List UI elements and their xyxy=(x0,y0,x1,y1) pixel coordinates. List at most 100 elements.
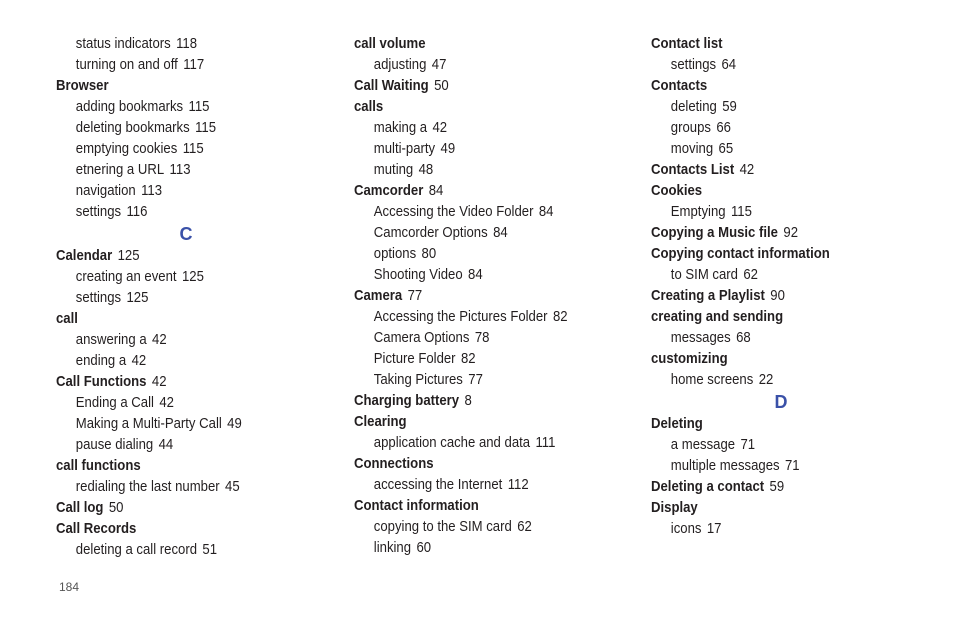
page-reference[interactable]: 115 xyxy=(731,204,752,220)
page-reference[interactable]: 117 xyxy=(183,57,204,73)
index-subentry: ending a 42 xyxy=(56,351,308,372)
page-reference[interactable]: 125 xyxy=(126,290,148,306)
page-reference[interactable]: 77 xyxy=(408,288,423,304)
entry-term: deleting bookmarks xyxy=(75,120,190,136)
index-subentry: Picture Folder 82 xyxy=(354,349,606,370)
index-subentry: making a 42 xyxy=(354,118,606,139)
entry-term: Copying a Music file xyxy=(651,225,778,241)
entry-term: adding bookmarks xyxy=(75,99,184,115)
index-subentry: redialing the last number 45 xyxy=(56,477,308,498)
index-column-1: status indicators 118 turning on and off 11… xyxy=(56,34,336,561)
entry-term: to SIM card xyxy=(670,267,738,283)
entry-term: answering a xyxy=(75,332,147,348)
index-entry: Call Records xyxy=(56,519,308,540)
index-subentry: adjusting 47 xyxy=(354,55,606,76)
entry-term: making a xyxy=(373,120,428,136)
page-reference[interactable]: 92 xyxy=(783,225,798,241)
page-reference[interactable]: 116 xyxy=(126,204,147,220)
page-reference[interactable]: 77 xyxy=(468,372,483,388)
page-reference[interactable]: 42 xyxy=(740,162,755,178)
entry-term: Picture Folder xyxy=(373,351,456,367)
index-entry: creating and sending xyxy=(651,307,903,328)
index-subentry: groups 66 xyxy=(651,118,903,139)
entry-term: creating an event xyxy=(75,269,177,285)
page-reference[interactable]: 50 xyxy=(434,78,449,94)
page-reference[interactable]: 112 xyxy=(508,477,529,493)
page-reference[interactable]: 22 xyxy=(759,372,774,388)
page-reference[interactable]: 115 xyxy=(183,141,204,157)
page-reference[interactable]: 71 xyxy=(785,458,800,474)
page-reference[interactable]: 51 xyxy=(202,542,217,558)
index-entry: Clearing xyxy=(354,412,606,433)
page-reference[interactable]: 65 xyxy=(719,141,734,157)
index-entry: Cookies xyxy=(651,181,903,202)
page-reference[interactable]: 115 xyxy=(189,99,210,115)
page-reference[interactable]: 44 xyxy=(159,437,174,453)
entry-term: turning on and off xyxy=(75,57,178,73)
index-entry: Camera 77 xyxy=(354,286,606,307)
page-reference[interactable]: 64 xyxy=(721,57,736,73)
page-reference[interactable]: 84 xyxy=(493,225,508,241)
index-subentry: messages 68 xyxy=(651,328,903,349)
index-subentry: multiple messages 71 xyxy=(651,456,903,477)
page-reference[interactable]: 62 xyxy=(517,519,532,535)
page-reference[interactable]: 47 xyxy=(432,57,447,73)
page-reference[interactable]: 84 xyxy=(429,183,444,199)
page-reference[interactable]: 49 xyxy=(227,416,242,432)
page-reference[interactable]: 78 xyxy=(475,330,490,346)
entry-term: deleting a call record xyxy=(75,542,198,558)
page-reference[interactable]: 125 xyxy=(182,269,204,285)
page-reference[interactable]: 42 xyxy=(432,120,447,136)
index-subentry: muting 48 xyxy=(354,160,606,181)
page-reference[interactable]: 82 xyxy=(553,309,568,325)
page-reference[interactable]: 50 xyxy=(109,500,124,516)
index-subentry: copying to the SIM card 62 xyxy=(354,517,606,538)
page-reference[interactable]: 45 xyxy=(225,479,240,495)
page-reference[interactable]: 42 xyxy=(159,395,174,411)
index-subentry: settings 64 xyxy=(651,55,903,76)
entry-term: call functions xyxy=(56,458,141,474)
page-reference[interactable]: 111 xyxy=(535,435,555,451)
page-reference[interactable]: 82 xyxy=(461,351,476,367)
page-reference[interactable]: 62 xyxy=(743,267,758,283)
entry-term: redialing the last number xyxy=(75,479,220,495)
index-entry: Camcorder 84 xyxy=(354,181,606,202)
entry-term: Contact information xyxy=(354,498,479,514)
entry-term: navigation xyxy=(75,183,136,199)
page-reference[interactable]: 84 xyxy=(468,267,483,283)
page-reference[interactable]: 115 xyxy=(195,120,216,136)
page-reference[interactable]: 66 xyxy=(716,120,731,136)
page-reference[interactable]: 59 xyxy=(770,479,785,495)
page-reference[interactable]: 68 xyxy=(736,330,751,346)
page-reference[interactable]: 49 xyxy=(441,141,456,157)
page-reference[interactable]: 125 xyxy=(118,248,140,264)
page-reference[interactable]: 71 xyxy=(740,437,755,453)
entry-term: accessing the Internet xyxy=(373,477,503,493)
entry-term: pause dialing xyxy=(75,437,154,453)
page-reference[interactable]: 48 xyxy=(419,162,434,178)
index-subentry: Ending a Call 42 xyxy=(56,393,308,414)
page-reference[interactable]: 118 xyxy=(176,36,197,52)
page-reference[interactable]: 42 xyxy=(132,353,147,369)
entry-term: Call Waiting xyxy=(354,78,429,94)
entry-term: call xyxy=(56,311,78,327)
index-entry: customizing xyxy=(651,349,903,370)
entry-term: Ending a Call xyxy=(75,395,154,411)
entry-term: linking xyxy=(373,540,412,556)
section-letter: D xyxy=(774,392,788,412)
page-reference[interactable]: 42 xyxy=(152,332,167,348)
page-reference[interactable]: 113 xyxy=(141,183,162,199)
page-reference[interactable]: 8 xyxy=(464,393,471,409)
page-reference[interactable]: 90 xyxy=(770,288,785,304)
entry-term: Cookies xyxy=(651,183,703,199)
index-subentry: deleting a call record 51 xyxy=(56,540,308,561)
page-reference[interactable]: 60 xyxy=(416,540,431,556)
page-reference[interactable]: 42 xyxy=(152,374,167,390)
page-reference[interactable]: 84 xyxy=(539,204,554,220)
page-reference[interactable]: 113 xyxy=(170,162,191,178)
page-reference[interactable]: 59 xyxy=(722,99,737,115)
page-reference[interactable]: 17 xyxy=(707,521,722,537)
index-subentry: answering a 42 xyxy=(56,330,308,351)
page-reference[interactable]: 80 xyxy=(422,246,437,262)
entry-term: adjusting xyxy=(373,57,427,73)
